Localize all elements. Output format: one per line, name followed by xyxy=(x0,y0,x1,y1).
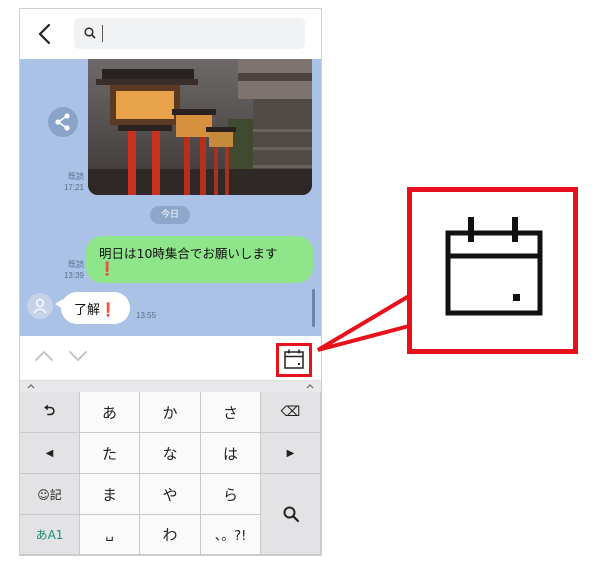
calendar-icon xyxy=(445,217,543,316)
calendar-callout xyxy=(407,187,578,354)
